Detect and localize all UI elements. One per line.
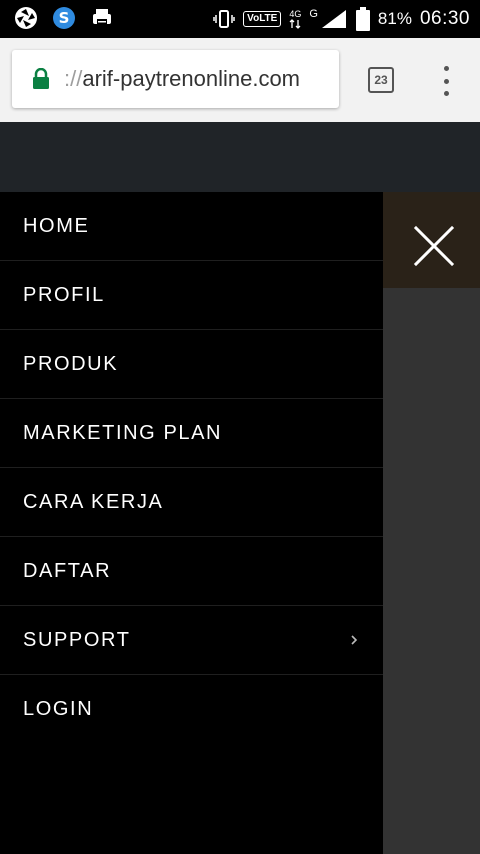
battery-icon (355, 7, 370, 31)
printer-icon (93, 9, 111, 26)
menu-item-support[interactable]: SUPPORT (0, 606, 383, 675)
volte-badge: VoLTE (243, 11, 282, 27)
menu-item-produk[interactable]: PRODUK (0, 330, 383, 399)
menu-item-login[interactable]: LOGIN (0, 675, 383, 744)
system-indicators: VoLTE 4G G 81% 06:30 (213, 0, 470, 38)
browser-toolbar: :// arif-paytrenonline.com 23 (0, 38, 480, 122)
battery-percent: 81% (377, 9, 412, 28)
signal-icon (321, 10, 346, 28)
g-network-label: G (309, 8, 318, 20)
url-bar[interactable]: :// arif-paytrenonline.com (12, 50, 339, 108)
clock: 06:30 (419, 8, 470, 29)
menu-item-home[interactable]: HOME (0, 192, 383, 261)
s-app-icon: S (53, 7, 75, 29)
svg-text:S: S (59, 9, 70, 27)
lock-icon (33, 68, 49, 89)
close-icon[interactable] (410, 222, 458, 270)
site-header (0, 122, 480, 192)
menu-item-daftar[interactable]: DAFTAR (0, 537, 383, 606)
page-content (383, 288, 480, 854)
vibrate-icon (213, 10, 235, 28)
chevron-right-icon (351, 635, 358, 645)
menu-item-cara-kerja[interactable]: CARA KERJA (0, 468, 383, 537)
status-bar: S VoLTE 4G G 81% 06:30 (0, 0, 480, 38)
menu-item-label: PRODUK (23, 352, 119, 375)
menu-item-label: CARA KERJA (23, 490, 164, 513)
url-scheme: :// (64, 66, 83, 91)
overflow-menu-icon[interactable] (440, 66, 452, 96)
tab-switcher-button[interactable]: 23 (368, 67, 394, 93)
menu-item-marketing-plan[interactable]: MARKETING PLAN (0, 399, 383, 468)
menu-item-label: DAFTAR (23, 559, 112, 582)
menu-item-profil[interactable]: PROFIL (0, 261, 383, 330)
url-host: arif-paytrenonline.com (82, 66, 301, 91)
menu-item-label: MARKETING PLAN (23, 421, 223, 444)
notification-icons: S (14, 6, 114, 30)
nav-drawer: HOME PROFIL PRODUK MARKETING PLAN CARA K… (0, 192, 383, 854)
lte-indicator: 4G (289, 9, 301, 29)
menu-item-label: PROFIL (23, 283, 105, 306)
menu-item-label: SUPPORT (23, 628, 131, 651)
menu-item-label: LOGIN (23, 698, 94, 720)
menu-item-label: HOME (23, 214, 90, 237)
data-arrows-icon (289, 18, 301, 29)
aperture-icon (15, 7, 37, 29)
